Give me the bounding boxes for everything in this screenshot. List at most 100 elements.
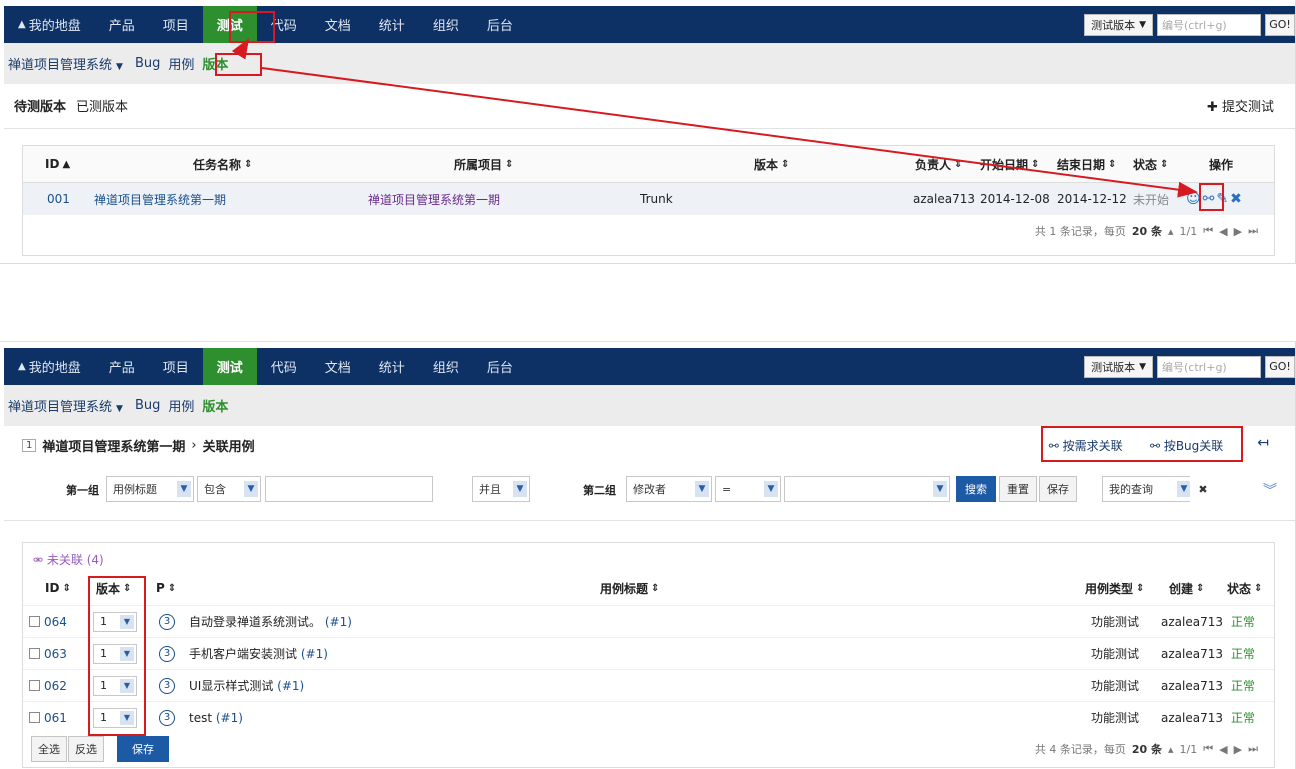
table-footer: 全选 反选 保存 共 4 条记录，每页 20 条 ▴ 1/1 ⏮ ◀ ▶ ⏭: [23, 733, 1274, 765]
case-status: 正常: [1231, 615, 1256, 629]
group1-op-select[interactable]: 包含 ▼: [197, 476, 261, 502]
group1-value-input[interactable]: [265, 476, 433, 502]
nav-doc[interactable]: 文档: [311, 348, 365, 385]
last-page-icon[interactable]: ⏭: [1248, 224, 1258, 238]
subnav-build[interactable]: 版本: [202, 396, 228, 415]
per-page-select[interactable]: 20 条: [1132, 741, 1162, 757]
case-id-link[interactable]: 062: [44, 679, 67, 693]
case-version-ref[interactable]: (#1): [216, 711, 243, 725]
next-page-icon[interactable]: ▶: [1234, 743, 1242, 756]
case-id-link[interactable]: 063: [44, 647, 67, 661]
case-id-link[interactable]: 064: [44, 615, 67, 629]
nav-product[interactable]: 产品: [95, 6, 149, 43]
case-version-ref[interactable]: (#1): [301, 647, 328, 661]
case-version-ref[interactable]: (#1): [277, 679, 304, 693]
nav-admin[interactable]: 后台: [473, 348, 527, 385]
case-id-link[interactable]: 061: [44, 711, 67, 725]
col-title[interactable]: 用例标题 ⇕: [600, 573, 659, 603]
nav-code[interactable]: 代码: [257, 348, 311, 385]
col-status[interactable]: 状态 ⇕: [1133, 146, 1168, 182]
search-input[interactable]: 编号(ctrl+g): [1157, 355, 1261, 378]
nav-company[interactable]: 组织: [419, 6, 473, 43]
nav-test[interactable]: 测试: [202, 348, 257, 385]
col-id[interactable]: ID ▲: [45, 146, 70, 182]
case-title-link[interactable]: 手机客户端安装测试: [189, 645, 297, 662]
save-button[interactable]: 保存: [117, 736, 169, 762]
project-switcher[interactable]: 禅道项目管理系统 ▼: [8, 54, 123, 73]
case-title-link[interactable]: 自动登录禅道系统测试。: [189, 613, 321, 630]
col-id[interactable]: ID ⇕: [45, 573, 71, 603]
row-checkbox[interactable]: [29, 680, 40, 691]
row-checkbox[interactable]: [29, 616, 40, 627]
invert-select-button[interactable]: 反选: [68, 736, 104, 762]
build-project-link[interactable]: 禅道项目管理系统第一期: [368, 191, 500, 208]
priority-badge: 3: [159, 645, 175, 662]
col-type[interactable]: 用例类型 ⇕: [1085, 573, 1144, 603]
nav-report[interactable]: 统计: [365, 348, 419, 385]
delete-query-icon[interactable]: ✖: [1190, 476, 1216, 502]
search-form: 第一组 用例标题 ▼ 包含 ▼ 并且 ▼ 第二组 修改者 ▼ = ▼ ▼ 搜索 重置 保存…: [0, 474, 1295, 504]
case-title-link[interactable]: UI显示样式测试: [189, 677, 273, 694]
nav-doc[interactable]: 文档: [311, 6, 365, 43]
last-page-icon[interactable]: ⏭: [1248, 742, 1258, 756]
nav-product[interactable]: 产品: [95, 348, 149, 385]
nav-project[interactable]: 项目: [149, 6, 203, 43]
nav-my[interactable]: ▲ 我的地盘: [4, 348, 95, 385]
row-checkbox[interactable]: [29, 648, 40, 659]
col-owner[interactable]: 负责人 ⇕: [915, 146, 962, 182]
subnav-bug[interactable]: Bug: [135, 56, 160, 71]
search-input[interactable]: 编号(ctrl+g): [1157, 13, 1261, 36]
subnav-case[interactable]: 用例: [168, 396, 194, 415]
build-task-link[interactable]: 禅道项目管理系统第一期: [94, 191, 226, 208]
group2-op-select[interactable]: = ▼: [715, 476, 781, 502]
tab-pending[interactable]: 待测版本: [14, 96, 66, 115]
unlinked-group-title[interactable]: ⚮ 未关联 (4): [33, 551, 104, 568]
project-switcher[interactable]: 禅道项目管理系统 ▼: [8, 396, 123, 415]
search-button[interactable]: 搜索: [956, 476, 996, 502]
andor-select[interactable]: 并且 ▼: [472, 476, 530, 502]
group2-field-select[interactable]: 修改者 ▼: [626, 476, 712, 502]
first-page-icon[interactable]: ⏮: [1203, 224, 1213, 238]
row-checkbox[interactable]: [29, 712, 40, 723]
reset-button[interactable]: 重置: [999, 476, 1037, 502]
my-query-select[interactable]: 我的查询 ▼: [1102, 476, 1194, 502]
search-type-select[interactable]: 测试版本 ▼: [1084, 355, 1153, 378]
first-page-icon[interactable]: ⏮: [1203, 742, 1213, 756]
col-begin[interactable]: 开始日期 ⇕: [980, 146, 1039, 182]
col-status[interactable]: 状态 ⇕: [1227, 573, 1262, 603]
search-type-select[interactable]: 测试版本 ▼: [1084, 13, 1153, 36]
col-task[interactable]: 任务名称 ⇕: [193, 146, 252, 182]
nav-project[interactable]: 项目: [149, 348, 203, 385]
col-creator[interactable]: 创建 ⇕: [1169, 573, 1204, 603]
tab-done[interactable]: 已测版本: [76, 96, 128, 115]
group1-field-select[interactable]: 用例标题 ▼: [106, 476, 194, 502]
col-project[interactable]: 所属项目 ⇕: [454, 146, 513, 182]
next-page-icon[interactable]: ▶: [1234, 225, 1242, 238]
nav-admin[interactable]: 后台: [473, 6, 527, 43]
case-version-ref[interactable]: (#1): [325, 615, 352, 629]
build-id-link[interactable]: 001: [47, 192, 70, 206]
select-all-button[interactable]: 全选: [31, 736, 67, 762]
subnav-case[interactable]: 用例: [168, 54, 194, 73]
group2-value-select[interactable]: ▼: [784, 476, 950, 502]
sort-icon: ⇕: [781, 158, 790, 170]
col-end[interactable]: 结束日期 ⇕: [1057, 146, 1116, 182]
go-button[interactable]: GO!: [1265, 13, 1295, 36]
back-icon[interactable]: ↤: [1257, 435, 1269, 451]
nav-report[interactable]: 统计: [365, 6, 419, 43]
nav-my[interactable]: ▲ 我的地盘: [4, 6, 95, 43]
delete-icon[interactable]: ✖: [1230, 191, 1242, 207]
nav-company[interactable]: 组织: [419, 348, 473, 385]
table-row: 061 1 ▼ 3 test (#1) 功能测试 azalea713 正常: [23, 701, 1274, 733]
go-button[interactable]: GO!: [1265, 355, 1295, 378]
prev-page-icon[interactable]: ◀: [1219, 743, 1227, 756]
col-build[interactable]: 版本 ⇕: [754, 146, 789, 182]
save-query-button[interactable]: 保存: [1039, 476, 1077, 502]
expand-icon[interactable]: ︾: [1263, 480, 1277, 500]
per-page-select[interactable]: 20 条: [1132, 223, 1162, 239]
col-pri[interactable]: P ⇕: [156, 573, 176, 603]
case-title-link[interactable]: test: [189, 711, 212, 725]
submit-test-button[interactable]: ✚ 提交测试: [1207, 96, 1274, 115]
subnav-bug[interactable]: Bug: [135, 398, 160, 413]
prev-page-icon[interactable]: ◀: [1219, 225, 1227, 238]
